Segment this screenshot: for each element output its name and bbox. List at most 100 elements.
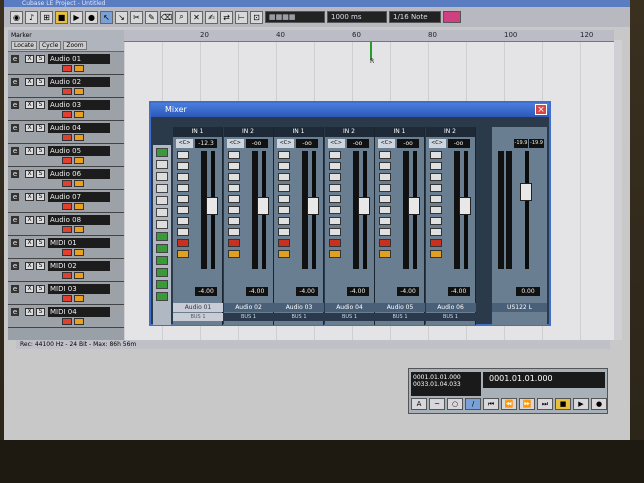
right-locator[interactable]: 0033.01.04.033 (413, 381, 479, 388)
solo-button[interactable]: S (36, 216, 45, 224)
record-enable-icon[interactable] (62, 180, 72, 187)
input-selector[interactable]: IN 2 (324, 127, 374, 137)
solo-button[interactable] (379, 162, 391, 170)
track-row[interactable]: e X S MIDI 02 (8, 259, 124, 282)
solo-button[interactable] (429, 162, 442, 170)
monitor-icon[interactable] (74, 226, 84, 233)
monitor-icon[interactable] (74, 134, 84, 141)
channel-name[interactable]: Audio 03 (274, 303, 324, 312)
monitor-icon[interactable] (74, 157, 84, 164)
pointer-tool-icon[interactable]: ↖ (100, 10, 113, 24)
write-button[interactable] (278, 184, 290, 192)
zoom-field[interactable]: 1000 ms (327, 11, 387, 23)
track-edit-icon[interactable]: e (11, 285, 19, 293)
output-bus[interactable]: BUS 1 (173, 313, 223, 321)
track-name[interactable]: Audio 04 (48, 123, 110, 133)
send-icon[interactable] (379, 228, 391, 236)
monitor-icon[interactable] (74, 272, 84, 279)
track-row[interactable]: e X S MIDI 01 (8, 236, 124, 259)
eq-icon[interactable] (227, 217, 240, 225)
record-enable-icon[interactable] (227, 239, 240, 247)
track-row[interactable]: e X S MIDI 04 (8, 305, 124, 328)
solo-button[interactable]: S (36, 147, 45, 155)
track-edit-icon[interactable]: e (11, 101, 19, 109)
eq-icon[interactable] (379, 217, 391, 225)
monitor-icon[interactable] (328, 250, 341, 258)
pan-control[interactable]: <C> (428, 139, 446, 148)
monitor-icon[interactable] (74, 249, 84, 256)
write-button[interactable] (328, 184, 341, 192)
mute-button[interactable]: X (25, 193, 34, 201)
track-edit-icon[interactable]: e (11, 239, 19, 247)
monitor-icon[interactable] (74, 88, 84, 95)
mute-button[interactable] (429, 151, 442, 159)
track-row[interactable]: e X S MIDI 03 (8, 282, 124, 305)
solo-button[interactable]: S (36, 285, 45, 293)
record-enable-icon[interactable] (62, 318, 72, 325)
record-enable-icon[interactable] (278, 239, 290, 247)
copy-icon[interactable] (156, 208, 168, 217)
insert-icon[interactable] (328, 206, 341, 214)
mute-button[interactable]: X (25, 147, 34, 155)
mixer-titlebar[interactable]: Mixer × (151, 103, 549, 117)
record-enable-icon[interactable] (62, 111, 72, 118)
insert-icon[interactable] (227, 206, 240, 214)
mute-button[interactable]: X (25, 78, 34, 86)
paste-icon[interactable] (156, 220, 168, 229)
record-icon[interactable]: ● (591, 398, 607, 410)
input-selector[interactable]: IN 2 (223, 127, 273, 137)
record-enable-icon[interactable] (177, 239, 189, 247)
track-edit-icon[interactable]: e (11, 308, 19, 316)
cycle-button[interactable]: ○ (447, 398, 463, 410)
channel-name[interactable]: Audio 06 (425, 303, 476, 312)
record-enable-icon[interactable] (429, 239, 442, 247)
fast-forward-icon[interactable]: ⏩ (519, 398, 535, 410)
track-row[interactable]: e X S Audio 01 (8, 52, 124, 75)
track-edit-icon[interactable]: e (11, 55, 19, 63)
track-name[interactable]: Audio 08 (48, 215, 110, 225)
mute-button[interactable] (278, 151, 290, 159)
eq-icon[interactable] (328, 217, 341, 225)
go-to-start-icon[interactable]: ⏮ (483, 398, 499, 410)
read-all-icon[interactable] (156, 184, 168, 193)
auto-quantize-button[interactable]: A (411, 398, 427, 410)
locate-dropdown[interactable]: Locate (11, 41, 37, 50)
vertical-scrollbar[interactable] (614, 40, 622, 340)
pan-control[interactable]: <C> (226, 139, 244, 148)
track-row[interactable]: e X S Audio 05 (8, 144, 124, 167)
channel-name[interactable]: Audio 05 (375, 303, 425, 312)
track-edit-icon[interactable]: e (11, 124, 19, 132)
solo-button[interactable]: S (36, 55, 45, 63)
draw-tool-icon[interactable]: ✍ (205, 10, 218, 24)
mute-button[interactable]: X (25, 101, 34, 109)
mute-tool-icon[interactable]: ✕ (190, 10, 203, 24)
edit-icon[interactable] (328, 195, 341, 203)
monitor-icon[interactable] (74, 111, 84, 118)
record-enable-icon[interactable] (62, 272, 72, 279)
pan-control[interactable]: <C> (277, 139, 294, 148)
track-name[interactable]: Audio 01 (48, 54, 110, 64)
play-icon[interactable]: ▶ (573, 398, 589, 410)
record-enable-icon[interactable] (62, 65, 72, 72)
monitor-icon[interactable] (429, 250, 442, 258)
mute-button[interactable]: X (25, 239, 34, 247)
global-toggle-icon[interactable] (156, 148, 168, 157)
mute-button[interactable] (379, 151, 391, 159)
track-row[interactable]: e X S Audio 07 (8, 190, 124, 213)
show-inputs-icon[interactable] (156, 280, 168, 289)
track-edit-icon[interactable]: e (11, 147, 19, 155)
record-enable-icon[interactable] (62, 226, 72, 233)
stop-button[interactable]: ■ (55, 10, 68, 24)
read-button[interactable] (227, 173, 240, 181)
track-name[interactable]: MIDI 04 (48, 307, 110, 317)
activate-icon[interactable]: ◉ (10, 10, 23, 24)
monitor-icon[interactable] (278, 250, 290, 258)
solo-button[interactable]: S (36, 193, 45, 201)
left-locator[interactable]: 0001.01.01.000 (413, 374, 479, 381)
send-icon[interactable] (177, 228, 189, 236)
rewind-icon[interactable]: ⏪ (501, 398, 517, 410)
channel-name[interactable]: Audio 04 (324, 303, 375, 312)
read-button[interactable] (429, 173, 442, 181)
edit-icon[interactable] (227, 195, 240, 203)
solo-button[interactable] (328, 162, 341, 170)
